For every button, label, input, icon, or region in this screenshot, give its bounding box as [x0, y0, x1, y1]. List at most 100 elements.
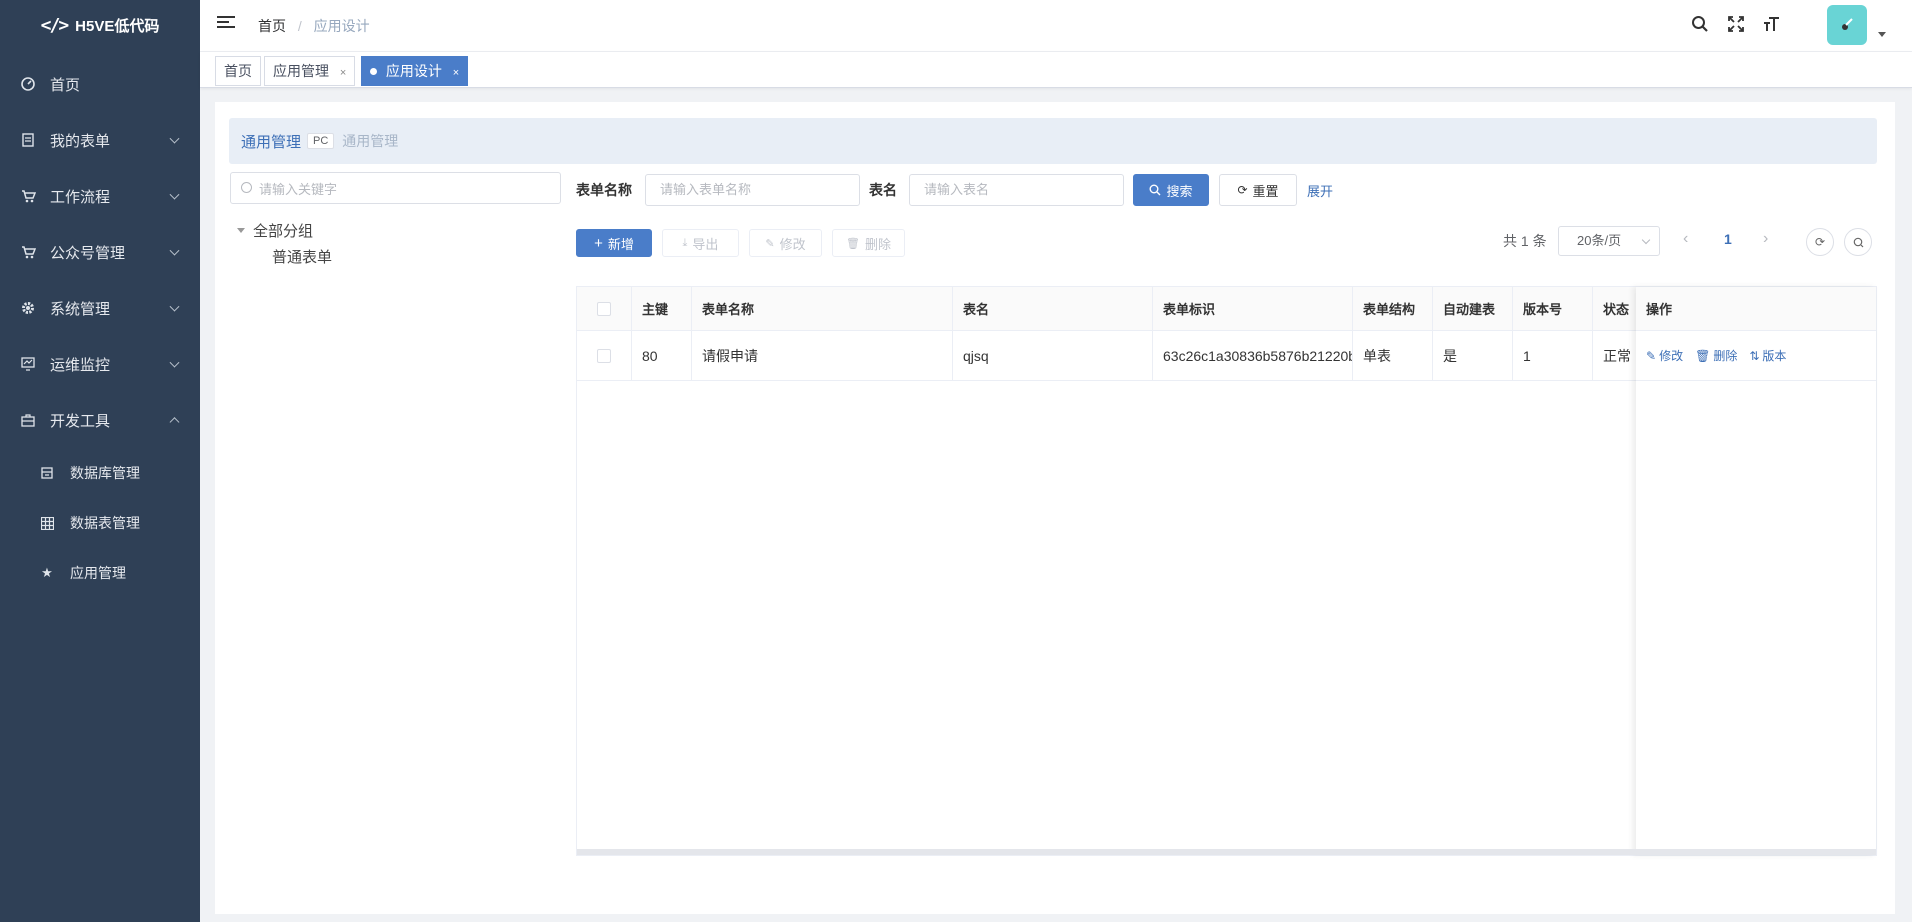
col-header-auto-create[interactable]: 自动建表: [1433, 287, 1513, 330]
select-all-cell: [577, 287, 632, 330]
chevron-down-icon: [169, 133, 180, 144]
col-header-structure[interactable]: 表单结构: [1353, 287, 1433, 330]
row-version-link[interactable]: ⇅ 版本: [1749, 347, 1786, 364]
info-subtitle: 通用管理: [342, 133, 399, 149]
prev-page-icon[interactable]: ‹: [1683, 230, 1688, 248]
caret-down-icon[interactable]: [1878, 32, 1886, 37]
sidebar-subitem-datatable[interactable]: 数据表管理: [0, 498, 200, 548]
breadcrumb-current: 应用设计: [313, 18, 370, 34]
tags-view: 首页 应用管理 × 应用设计 ×: [200, 52, 1912, 88]
next-page-icon[interactable]: ›: [1763, 230, 1768, 248]
sidebar-item-label: 我的表单: [50, 132, 111, 150]
sidebar-item-label: 工作流程: [50, 188, 111, 206]
tree-search-placeholder: 请输入关键字: [259, 181, 338, 197]
add-button[interactable]: + 新增: [576, 229, 652, 257]
toggle-search-button[interactable]: [1844, 228, 1872, 256]
row-edit-link[interactable]: ✎ 修改: [1646, 347, 1683, 364]
tag-label: 应用管理: [273, 63, 329, 79]
sidebar-item-label: 首页: [50, 76, 81, 94]
menu-toggle-icon[interactable]: [217, 16, 235, 30]
sidebar-item-monitor[interactable]: 运维监控: [0, 336, 200, 392]
caret-down-icon[interactable]: [237, 228, 245, 233]
cell-auto-create: 是: [1433, 331, 1513, 380]
sidebar-item-label: 数据库管理: [70, 465, 140, 481]
reset-button-label: 重置: [1252, 183, 1279, 199]
tree-node-label: 全部分组: [253, 223, 314, 240]
dashboard-icon: [20, 76, 36, 92]
page-number[interactable]: 1: [1724, 231, 1732, 247]
font-size-icon[interactable]: [1762, 14, 1782, 34]
tag-app-design[interactable]: 应用设计 ×: [361, 56, 469, 86]
sidebar-item-label: 系统管理: [50, 300, 111, 318]
sidebar-item-wechat[interactable]: 公众号管理: [0, 224, 200, 280]
sidebar-item-my-forms[interactable]: 我的表单: [0, 112, 200, 168]
cell-structure: 单表: [1353, 331, 1433, 380]
close-icon[interactable]: ×: [340, 67, 346, 79]
cell-form-key: 63c26c1a30836b5876b21220b: [1153, 331, 1353, 380]
actions-column: 操作 ✎ 修改 🗑︎ 删除 ⇅ 版本: [1636, 287, 1876, 855]
sidebar-item-devtools[interactable]: 开发工具: [0, 392, 200, 448]
sidebar: </> H5VE低代码 首页 我的表单 工作流程 公众号管理 系统管理 运维监控…: [0, 0, 200, 922]
top-header: 首页 / 应用设计: [200, 0, 1912, 52]
breadcrumb: 首页 / 应用设计: [258, 16, 370, 36]
download-icon: ⤓: [682, 236, 688, 249]
col-header-table-name[interactable]: 表名: [953, 287, 1153, 330]
tree-node-root[interactable]: 全部分组: [237, 220, 313, 241]
code-logo-icon: </>: [40, 14, 69, 36]
tree-node-child[interactable]: 普通表单: [272, 246, 332, 267]
chevron-down-icon: [1641, 235, 1651, 245]
form-icon: [20, 132, 36, 148]
chevron-down-icon: [169, 301, 180, 312]
table-name-input[interactable]: 请输入表名: [909, 174, 1124, 206]
sidebar-item-system[interactable]: 系统管理: [0, 280, 200, 336]
row-checkbox[interactable]: [597, 348, 611, 363]
tag-home[interactable]: 首页: [215, 56, 261, 86]
row-select-cell: [577, 331, 632, 380]
sidebar-item-label: 公众号管理: [50, 244, 126, 262]
export-button[interactable]: ⤓ 导出: [662, 229, 739, 257]
col-header-version[interactable]: 版本号: [1513, 287, 1593, 330]
cell-id: 80: [632, 331, 692, 380]
search-icon: [241, 182, 252, 193]
edit-icon: ✎: [765, 237, 775, 250]
total-count: 共 1 条: [1503, 233, 1547, 249]
select-all-checkbox[interactable]: [597, 301, 611, 316]
export-button-label: 导出: [692, 236, 719, 252]
col-header-actions: 操作: [1636, 287, 1876, 331]
header-actions: [1690, 14, 1782, 34]
sidebar-item-workflow[interactable]: 工作流程: [0, 168, 200, 224]
app-logo[interactable]: </> H5VE低代码: [0, 0, 200, 50]
chevron-down-icon: [169, 357, 180, 368]
reset-button[interactable]: ⟳ 重置: [1219, 174, 1297, 206]
main-content: 通用管理 PC 通用管理 请输入关键字 全部分组 普通表单 表单名称 请输入表单…: [215, 102, 1895, 914]
trash-icon: 🗑︎: [1695, 348, 1711, 363]
col-header-id[interactable]: 主键: [632, 287, 692, 330]
form-name-input[interactable]: 请输入表单名称: [645, 174, 860, 206]
col-header-form-key[interactable]: 表单标识: [1153, 287, 1353, 330]
horizontal-scrollbar[interactable]: [577, 849, 1876, 855]
breadcrumb-home[interactable]: 首页: [258, 18, 286, 34]
sidebar-item-home[interactable]: 首页: [0, 56, 200, 112]
sidebar-subitem-app-manage[interactable]: ★ 应用管理: [0, 548, 200, 598]
tag-app-manage[interactable]: 应用管理 ×: [264, 56, 356, 86]
refresh-button[interactable]: ⟳: [1806, 228, 1834, 256]
delete-button[interactable]: 🗑︎ 删除: [832, 229, 905, 257]
breadcrumb-separator: /: [297, 18, 302, 34]
form-name-label: 表单名称: [576, 182, 632, 198]
avatar[interactable]: [1827, 5, 1867, 45]
tree-search-input[interactable]: 请输入关键字: [230, 172, 561, 204]
edit-button[interactable]: ✎ 修改: [749, 229, 822, 257]
search-icon[interactable]: [1690, 14, 1710, 34]
row-delete-link[interactable]: 🗑︎ 删除: [1695, 347, 1737, 364]
col-header-form-name[interactable]: 表单名称: [692, 287, 953, 330]
close-icon[interactable]: ×: [453, 67, 459, 79]
sidebar-subitem-database[interactable]: 数据库管理: [0, 448, 200, 498]
page-size-select[interactable]: 20条/页: [1558, 226, 1660, 256]
toolbox-icon: [20, 412, 36, 428]
expand-link[interactable]: 展开: [1307, 181, 1333, 200]
chevron-down-icon: [169, 245, 180, 256]
search-button[interactable]: 搜索: [1133, 174, 1209, 206]
row-version-label: 版本: [1762, 349, 1787, 363]
fullscreen-icon[interactable]: [1726, 14, 1746, 34]
tag-label: 首页: [224, 63, 252, 79]
